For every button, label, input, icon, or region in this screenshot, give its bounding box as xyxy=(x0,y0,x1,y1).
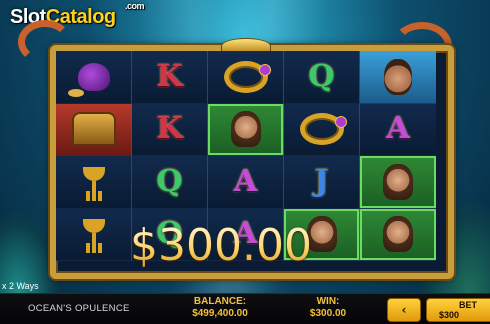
reel-cell: K xyxy=(132,103,208,156)
ways-multiplier: x 2 Ways xyxy=(2,281,39,291)
chest-icon xyxy=(71,112,116,147)
reel-cell xyxy=(360,208,436,261)
symbol-k: K xyxy=(156,111,183,147)
bet-button[interactable]: BET $300 xyxy=(426,298,490,322)
reel-cell: A xyxy=(360,103,436,156)
bet-decrease-button[interactable]: ‹ xyxy=(387,298,421,322)
balance-value: $499,400.00 xyxy=(192,308,248,319)
symbol-a: A xyxy=(233,163,258,199)
reel-cell xyxy=(284,103,360,156)
reel-cell xyxy=(360,51,436,104)
balance-label: BALANCE: xyxy=(193,296,247,307)
win-amount-overlay: $300.00 xyxy=(130,220,312,271)
win-value: $300.00 xyxy=(309,308,347,319)
face-icon xyxy=(384,58,412,95)
reel-cell xyxy=(56,103,132,156)
reel-cell: Q xyxy=(284,51,360,104)
win-label: WIN: xyxy=(316,296,340,307)
reel-cell xyxy=(208,51,284,104)
game-title: OCEAN'S OPULENCE xyxy=(28,303,130,314)
reel-cell: K xyxy=(132,51,208,104)
pouch-icon xyxy=(67,62,110,97)
chevron-left-icon: ‹ xyxy=(401,303,407,317)
reel-cell xyxy=(56,156,132,209)
chalice-icon xyxy=(82,219,105,249)
reel-cell: J xyxy=(284,156,360,209)
reel-cell xyxy=(208,103,284,156)
reel-cell: Q xyxy=(132,156,208,209)
reel-cell xyxy=(360,156,436,209)
bet-label: BET xyxy=(459,300,477,310)
mermaid-icon xyxy=(383,163,413,200)
ring-icon xyxy=(299,113,347,146)
symbol-a: A xyxy=(386,111,410,147)
mermaid-icon xyxy=(230,111,261,148)
chalice-icon xyxy=(82,166,105,197)
symbol-j: J xyxy=(314,163,329,199)
mermaid-icon xyxy=(383,216,413,253)
bet-value: $300 xyxy=(439,310,460,320)
reel-cell: A xyxy=(208,156,284,209)
symbol-k: K xyxy=(156,58,183,94)
reel-cell xyxy=(56,51,132,104)
symbol-q: Q xyxy=(156,163,183,199)
reel-cell xyxy=(56,208,132,261)
ring-icon xyxy=(223,60,271,93)
symbol-q: Q xyxy=(308,58,335,94)
